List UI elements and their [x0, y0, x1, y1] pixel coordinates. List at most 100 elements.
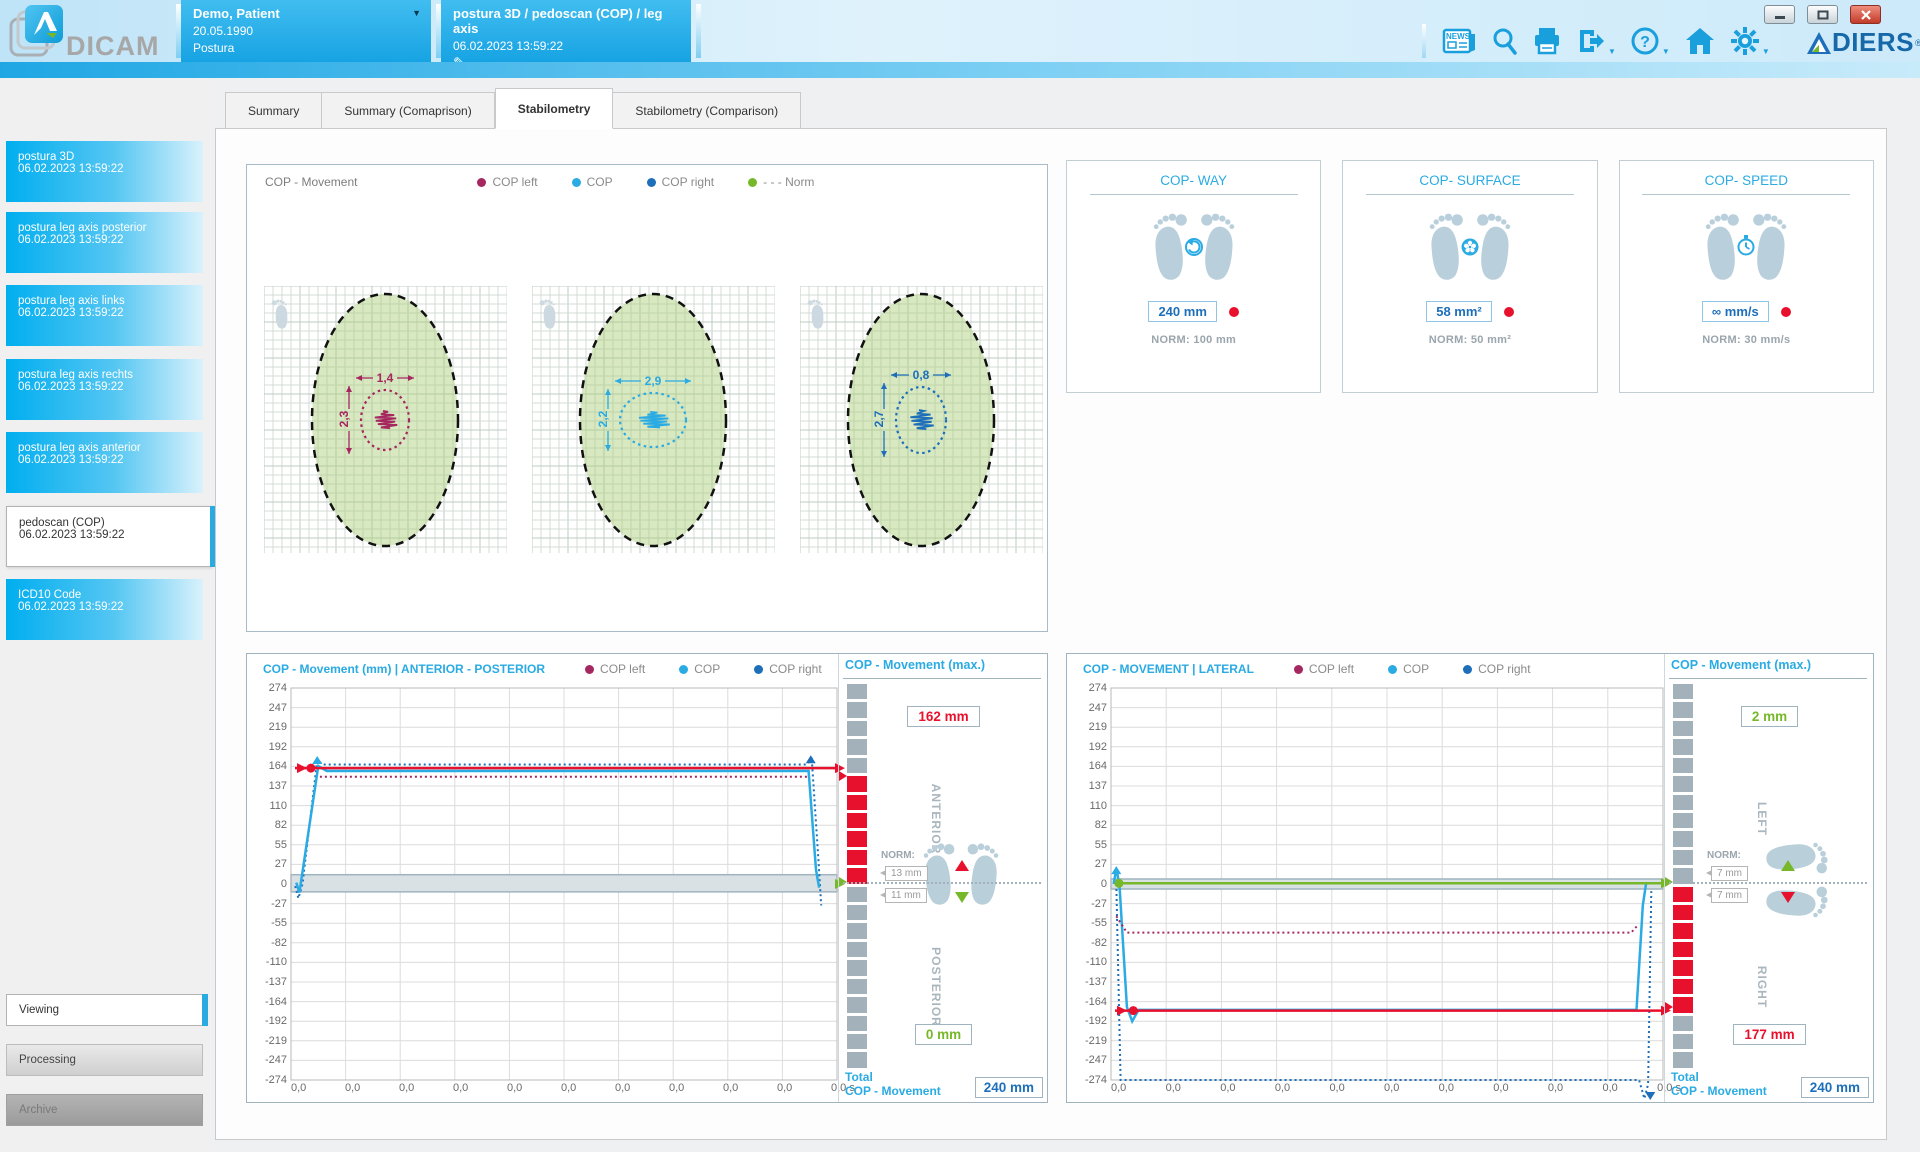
x-tick-label: 0,0 [1493, 1082, 1508, 1094]
sidebar-item-label: postura leg axis rechts [18, 369, 203, 381]
sidebar-item-datetime: 06.02.2023 13:59:22 [19, 529, 210, 541]
chart-legend: COP leftCOPCOP right [585, 662, 856, 676]
legend-label: COP [587, 175, 613, 189]
sidebar-item-postura-leg-axis-anterior[interactable]: postura leg axis anterior 06.02.2023 13:… [6, 432, 203, 493]
x-tick-label: 0,0 [1220, 1082, 1235, 1094]
foot-corner-icon [271, 298, 290, 329]
stat-card-value: 58 mm² [1426, 301, 1492, 322]
search-icon[interactable] [1490, 26, 1518, 56]
stat-card-norm: NORM: 50 mm² [1343, 334, 1596, 346]
dicam-logo-text: DICAM [66, 31, 160, 61]
legend-dot [754, 665, 763, 674]
legend-dot [748, 178, 757, 187]
x-tick-label: 0,0 [615, 1082, 630, 1094]
y-axis: 2742472191921641371108255270-27-55-82-11… [1067, 688, 1111, 1080]
x-tick-label: 0,0 [507, 1082, 522, 1094]
patient-selector[interactable]: Demo, Patient 20.05.1990 Postura ▼ [181, 0, 431, 62]
y-tick-label: 192 [269, 741, 287, 753]
y-tick-label: 27 [275, 858, 287, 870]
sidebar-item-postura-leg-axis-links[interactable]: postura leg axis links 06.02.2023 13:59:… [6, 285, 203, 346]
strip-cell [847, 960, 867, 975]
strip-cell [847, 850, 867, 865]
legend-dot [1463, 665, 1472, 674]
movement-strip [847, 684, 867, 1068]
x-tick-label: 0,0 [561, 1082, 576, 1094]
y-tick-label: -274 [265, 1074, 287, 1086]
norm-tag-bottom: 11 mm [885, 888, 927, 903]
legend-dot [572, 178, 581, 187]
cop-movement-panel: COP - Movement COP leftCOPCOP right- - -… [246, 164, 1048, 632]
exam-datetime: 06.02.2023 13:59:22 [453, 39, 681, 53]
help-icon[interactable]: ? ▼ [1630, 26, 1670, 56]
legend-dot [1294, 665, 1303, 674]
mode-button-processing[interactable]: Processing [6, 1044, 203, 1076]
sidebar-item-postura-leg-axis-posterior[interactable]: postura leg axis posterior 06.02.2023 13… [6, 212, 203, 273]
mode-button-viewing[interactable]: Viewing [6, 994, 203, 1026]
stat-card-cop-way: COP- WAY 240 mm NORM: 100 mm [1066, 160, 1321, 393]
news-icon[interactable]: NEWS [1442, 26, 1476, 56]
tab-stabilometry[interactable]: Stabilometry [495, 88, 614, 129]
strip-cell [1673, 960, 1693, 975]
sidebar-item-postura-leg-axis-rechts[interactable]: postura leg axis rechts 06.02.2023 13:59… [6, 359, 203, 420]
stat-card-title: COP- SURFACE [1343, 173, 1596, 188]
status-dot [1781, 307, 1791, 317]
home-icon[interactable] [1684, 26, 1716, 56]
norm-tag-top: 7 mm [1711, 866, 1748, 881]
stat-card-rule [1642, 194, 1850, 195]
export-icon[interactable]: ▼ [1576, 26, 1616, 56]
exam-path: postura 3D / pedoscan (COP) / leg axis [453, 6, 681, 36]
sidebar-item-postura-3d[interactable]: postura 3D 06.02.2023 13:59:22 [6, 141, 203, 202]
total-value: 240 mm [975, 1077, 1043, 1098]
sidebar-item-icd10-code[interactable]: ICD10 Code 06.02.2023 13:59:22 [6, 579, 203, 640]
chart-legend: COP leftCOPCOP right [1294, 662, 1565, 676]
legend-label: COP left [600, 662, 645, 676]
strip-cell [847, 942, 867, 957]
sidebar-item-pedoscan-cop-[interactable]: pedoscan (COP) 06.02.2023 13:59:22 [6, 506, 211, 567]
y-tick-label: 27 [1095, 858, 1107, 870]
maximize-button[interactable] [1807, 5, 1838, 24]
settings-icon[interactable]: ▼ [1730, 26, 1770, 56]
tab-summary-comaprison-[interactable]: Summary (Comaprison) [322, 92, 494, 129]
x-axis: 0,00,00,00,00,00,00,00,00,00,00,0 s [291, 1082, 855, 1094]
y-tick-label: 219 [269, 721, 287, 733]
strip-cell [847, 887, 867, 902]
norm-label: NORM: [881, 850, 915, 861]
print-icon[interactable] [1532, 26, 1562, 56]
close-button[interactable] [1850, 5, 1881, 24]
settings-caret-icon[interactable]: ▼ [1762, 47, 1770, 56]
stat-card-cop-surface: COP- SURFACE 58 mm² NORM: 50 mm² [1342, 160, 1597, 393]
total-value: 240 mm [1801, 1077, 1869, 1098]
strip-cell [1673, 831, 1693, 846]
patient-module: Postura [193, 41, 421, 55]
strip-cell [1673, 776, 1693, 791]
help-caret-icon[interactable]: ▼ [1662, 47, 1670, 56]
strip-cell [847, 1052, 867, 1067]
stat-card-cop-speed: COP- SPEED ∞ mm/s NORM: 30 mm/s [1619, 160, 1874, 393]
x-tick-label: 0,0 [1602, 1082, 1617, 1094]
legend-label: COP right [769, 662, 821, 676]
strip-arrow-icon [1665, 1002, 1673, 1012]
max-panel-rule [843, 678, 1041, 679]
anterior-posterior-chart-panel: COP - Movement (mm) | ANTERIOR - POSTERI… [246, 653, 1048, 1103]
y-tick-label: -137 [1085, 976, 1107, 988]
x-tick-label: 0,0 [453, 1082, 468, 1094]
strip-cell [1673, 850, 1693, 865]
y-tick-label: 0 [281, 878, 287, 890]
legend-dot [477, 178, 486, 187]
cop-ellipse-plot: 2,9 2,2 [532, 286, 775, 553]
strip-cell [1673, 997, 1693, 1012]
minimize-button[interactable] [1764, 5, 1795, 24]
mode-button-archive[interactable]: Archive [6, 1094, 203, 1126]
tab-stabilometry-comparison-[interactable]: Stabilometry (Comparison) [613, 92, 801, 129]
y-tick-label: 55 [1095, 839, 1107, 851]
cop-movement-title: COP - Movement [265, 175, 357, 189]
exam-selector[interactable]: postura 3D / pedoscan (COP) / leg axis 0… [441, 0, 691, 62]
tab-summary[interactable]: Summary [225, 92, 322, 129]
y-tick-label: 137 [269, 780, 287, 792]
x-tick-label: 0,0 [1548, 1082, 1563, 1094]
tab-bar: SummarySummary (Comaprison)StabilometryS… [225, 92, 801, 129]
patient-dropdown-caret-icon[interactable]: ▼ [412, 8, 421, 18]
y-tick-label: -247 [1085, 1054, 1107, 1066]
stat-card-value: ∞ mm/s [1702, 301, 1769, 322]
export-caret-icon[interactable]: ▼ [1608, 47, 1616, 56]
